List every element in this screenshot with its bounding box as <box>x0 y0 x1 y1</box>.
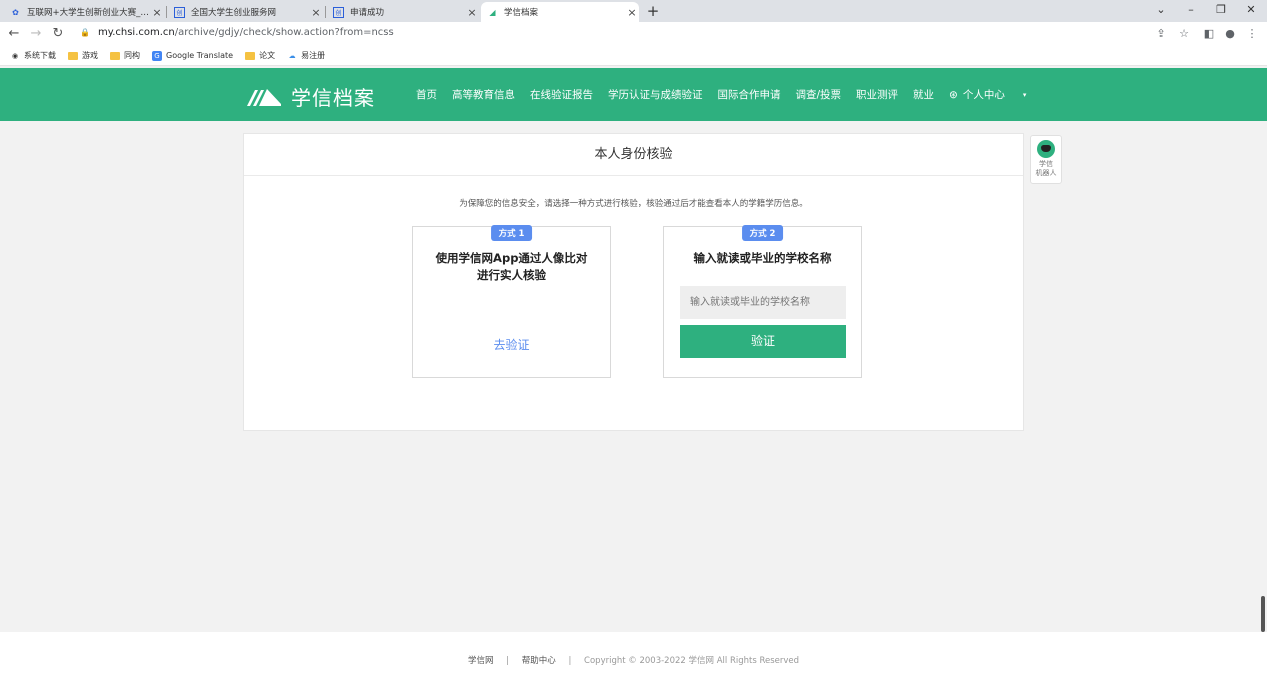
bookmark-star-icon[interactable]: ☆ <box>1176 27 1192 40</box>
go-verify-link[interactable]: 去验证 <box>413 336 610 353</box>
paw-icon: ✿ <box>12 7 19 17</box>
close-tab-icon[interactable]: × <box>150 6 164 19</box>
bookmark-folder[interactable]: 游戏 <box>68 50 98 61</box>
main-nav: 首页 高等教育信息 在线验证报告 学历认证与成绩验证 国际合作申请 调查/投票 … <box>416 87 1056 102</box>
footer-divider: | <box>568 656 572 666</box>
folder-icon <box>110 51 120 61</box>
lock-icon: 🔒 <box>80 28 90 37</box>
footer-divider: | <box>506 656 510 666</box>
forward-button[interactable]: → <box>28 26 44 42</box>
nav-home[interactable]: 首页 <box>416 87 437 102</box>
chsi-logo-icon: ◢ <box>489 7 496 17</box>
method-1-title: 使用学信网App通过人像比对 进行实人核验 <box>435 251 588 282</box>
reload-button[interactable]: ↻ <box>50 26 66 42</box>
bookmarks-bar: ◉ 系统下载 游戏 同构 G Google Translate 论文 ☁ 易注册 <box>0 46 1267 66</box>
site-logo[interactable]: 学信档案 <box>245 82 375 111</box>
school-name-input[interactable] <box>680 286 846 319</box>
identity-verification-card: 本人身份核验 为保障您的信息安全，请选择一种方式进行核验，核验通过后才能查看本人… <box>243 133 1024 431</box>
site-icon: 创 <box>333 6 344 18</box>
method-1-panel: 方式 1 使用学信网App通过人像比对 进行实人核验 去验证 <box>412 225 611 378</box>
back-button[interactable]: ← <box>6 26 22 42</box>
robot-icon <box>1037 140 1055 158</box>
close-tab-icon[interactable]: × <box>465 6 479 19</box>
translate-icon: G <box>152 50 162 61</box>
card-description: 为保障您的信息安全，请选择一种方式进行核验，核验通过后才能查看本人的学籍学历信息… <box>459 199 808 209</box>
site-header: 学信档案 首页 高等教育信息 在线验证报告 学历认证与成绩验证 国际合作申请 调… <box>0 68 1267 121</box>
close-tab-icon[interactable]: × <box>309 6 323 19</box>
card-title: 本人身份核验 <box>244 134 1023 176</box>
nav-international[interactable]: 国际合作申请 <box>718 87 781 102</box>
nav-employment[interactable]: 就业 <box>913 87 934 102</box>
bookmark-folder[interactable]: 论文 <box>245 50 275 61</box>
tab-divider <box>166 6 167 18</box>
footer-link-chsi[interactable]: 学信网 <box>468 656 494 666</box>
browser-tab[interactable]: ✿ 互联网+大学生创新创业大赛_百… × <box>4 2 164 22</box>
cloud-icon: ☁ <box>288 51 296 60</box>
tab-divider <box>325 6 326 18</box>
method-2-title: 输入就读或毕业的学校名称 <box>693 251 832 265</box>
browser-tab[interactable]: 创 申请成功 × <box>327 2 479 22</box>
nav-survey[interactable]: 调查/投票 <box>796 87 842 102</box>
side-panel-icon[interactable]: ◧ <box>1201 27 1217 40</box>
folder-icon <box>68 51 78 61</box>
chat-robot-widget[interactable]: 学信 机器人 <box>1030 135 1062 184</box>
browser-menu-icon[interactable]: ⋮ <box>1244 27 1260 40</box>
tab-search-icon[interactable]: ⌄ <box>1151 3 1171 16</box>
browser-tab-active[interactable]: ◢ 学信档案 × <box>481 2 639 22</box>
maximize-button[interactable]: ❐ <box>1211 3 1231 16</box>
new-tab-button[interactable]: + <box>645 2 661 20</box>
scrollbar-thumb[interactable] <box>1261 596 1265 632</box>
method-2-badge: 方式 2 <box>741 225 784 241</box>
user-icon: ⊛ <box>949 88 958 101</box>
bookmark-item[interactable]: G Google Translate <box>152 50 233 61</box>
browser-tab[interactable]: 创 全国大学生创业服务网 × <box>168 2 323 22</box>
address-bar-row: ← → ↻ 🔒 my.chsi.com.cn/archive/gdjy/chec… <box>0 22 1267 46</box>
nav-higher-education[interactable]: 高等教育信息 <box>452 87 515 102</box>
minimize-button[interactable]: – <box>1181 3 1201 16</box>
site-footer: 学信网 | 帮助中心 | Copyright © 2003-2022 学信网 A… <box>0 632 1267 686</box>
bookmark-folder[interactable]: 同构 <box>110 50 140 61</box>
user-center-menu[interactable]: ⊛ 个人中心 ▾ <box>949 87 1041 102</box>
nav-degree-verification[interactable]: 学历认证与成绩验证 <box>608 87 703 102</box>
method-2-panel: 方式 2 输入就读或毕业的学校名称 验证 <box>663 225 862 378</box>
verify-button[interactable]: 验证 <box>680 325 846 358</box>
bookmark-item[interactable]: ☁ 易注册 <box>287 50 326 61</box>
profile-icon[interactable]: ● <box>1222 27 1238 40</box>
nav-online-report[interactable]: 在线验证报告 <box>530 87 593 102</box>
footer-links: 学信网 | 帮助中心 | Copyright © 2003-2022 学信网 A… <box>0 654 1267 666</box>
bookmark-item[interactable]: ◉ 系统下载 <box>10 50 56 61</box>
method-1-badge: 方式 1 <box>490 225 533 241</box>
copyright-text: Copyright © 2003-2022 学信网 All Rights Res… <box>584 656 800 666</box>
browser-tab-bar: ✿ 互联网+大学生创新创业大赛_百… × 创 全国大学生创业服务网 × 创 申请… <box>0 0 1267 22</box>
close-window-button[interactable]: ✕ <box>1241 3 1261 16</box>
url-field[interactable]: 🔒 my.chsi.com.cn/archive/gdjy/check/show… <box>80 27 394 38</box>
footer-link-help[interactable]: 帮助中心 <box>522 656 556 666</box>
caret-down-icon: ▾ <box>1022 90 1027 99</box>
site-icon: 创 <box>174 6 185 18</box>
globe-icon: ◉ <box>11 51 19 60</box>
chsi-logo-icon <box>247 88 281 106</box>
share-icon[interactable]: ⇪ <box>1153 27 1169 40</box>
nav-career-test[interactable]: 职业测评 <box>856 87 898 102</box>
close-tab-icon[interactable]: × <box>625 6 639 19</box>
folder-icon <box>245 51 256 61</box>
